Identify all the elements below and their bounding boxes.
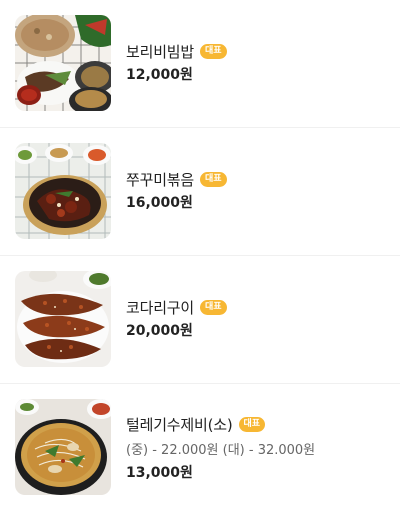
sujebi-stew-photo [15, 399, 111, 495]
menu-item-sujebi[interactable]: 털레기수제비(소) 대표 (중) - 22.000원 (대) - 32.000원… [0, 384, 400, 496]
menu-item-thumbnail [15, 143, 111, 239]
menu-item-thumbnail [15, 271, 111, 367]
menu-item-price: 13,000원 [126, 465, 193, 481]
menu-item-name: 쭈꾸미볶음 [126, 170, 195, 189]
menu-item-info: 코다리구이 대표 20,000원 [126, 296, 227, 340]
menu-item-price: 12,000원 [126, 67, 193, 83]
signature-badge: 대표 [200, 171, 227, 187]
menu-item-name-row: 보리비빔밥 대표 [126, 40, 227, 62]
menu-item-name-row: 털레기수제비(소) 대표 [126, 413, 315, 435]
menu-item-info: 쭈꾸미볶음 대표 16,000원 [126, 168, 227, 212]
menu-item-grilled-pollock[interactable]: 코다리구이 대표 20,000원 [0, 256, 400, 368]
signature-badge: 대표 [238, 416, 266, 432]
menu-item-info: 보리비빔밥 대표 12,000원 [126, 40, 227, 84]
stir-fried-webfoot-octopus-photo [15, 143, 111, 239]
menu-item-stir-fried-octopus[interactable]: 쭈꾸미볶음 대표 16,000원 [0, 128, 400, 240]
grilled-pollock-photo [15, 271, 111, 367]
barley-bibimbap-photo [15, 15, 111, 111]
menu-item-name: 보리비빔밥 [126, 42, 195, 61]
signature-badge: 대표 [200, 43, 227, 59]
menu-item-name: 코다리구이 [126, 298, 195, 317]
menu-item-name-row: 코다리구이 대표 [126, 296, 227, 318]
menu-item-name: 털레기수제비(소) [126, 415, 233, 434]
menu-item-price: 16,000원 [126, 195, 193, 211]
menu-item-thumbnail [15, 399, 111, 495]
menu-item-thumbnail [15, 15, 111, 111]
menu-item-info: 털레기수제비(소) 대표 (중) - 22.000원 (대) - 32.000원… [126, 413, 315, 482]
signature-badge: 대표 [200, 299, 227, 315]
menu-list: 보리비빔밥 대표 12,000원 쭈꾸미볶음 대표 16,000원 코다리구이 … [0, 0, 400, 507]
menu-item-description: (중) - 22.000원 (대) - 32.000원 [126, 443, 316, 458]
menu-item-price: 20,000원 [126, 323, 193, 339]
menu-item-barley-bibimbap[interactable]: 보리비빔밥 대표 12,000원 [0, 0, 400, 112]
menu-item-name-row: 쭈꾸미볶음 대표 [126, 168, 227, 190]
